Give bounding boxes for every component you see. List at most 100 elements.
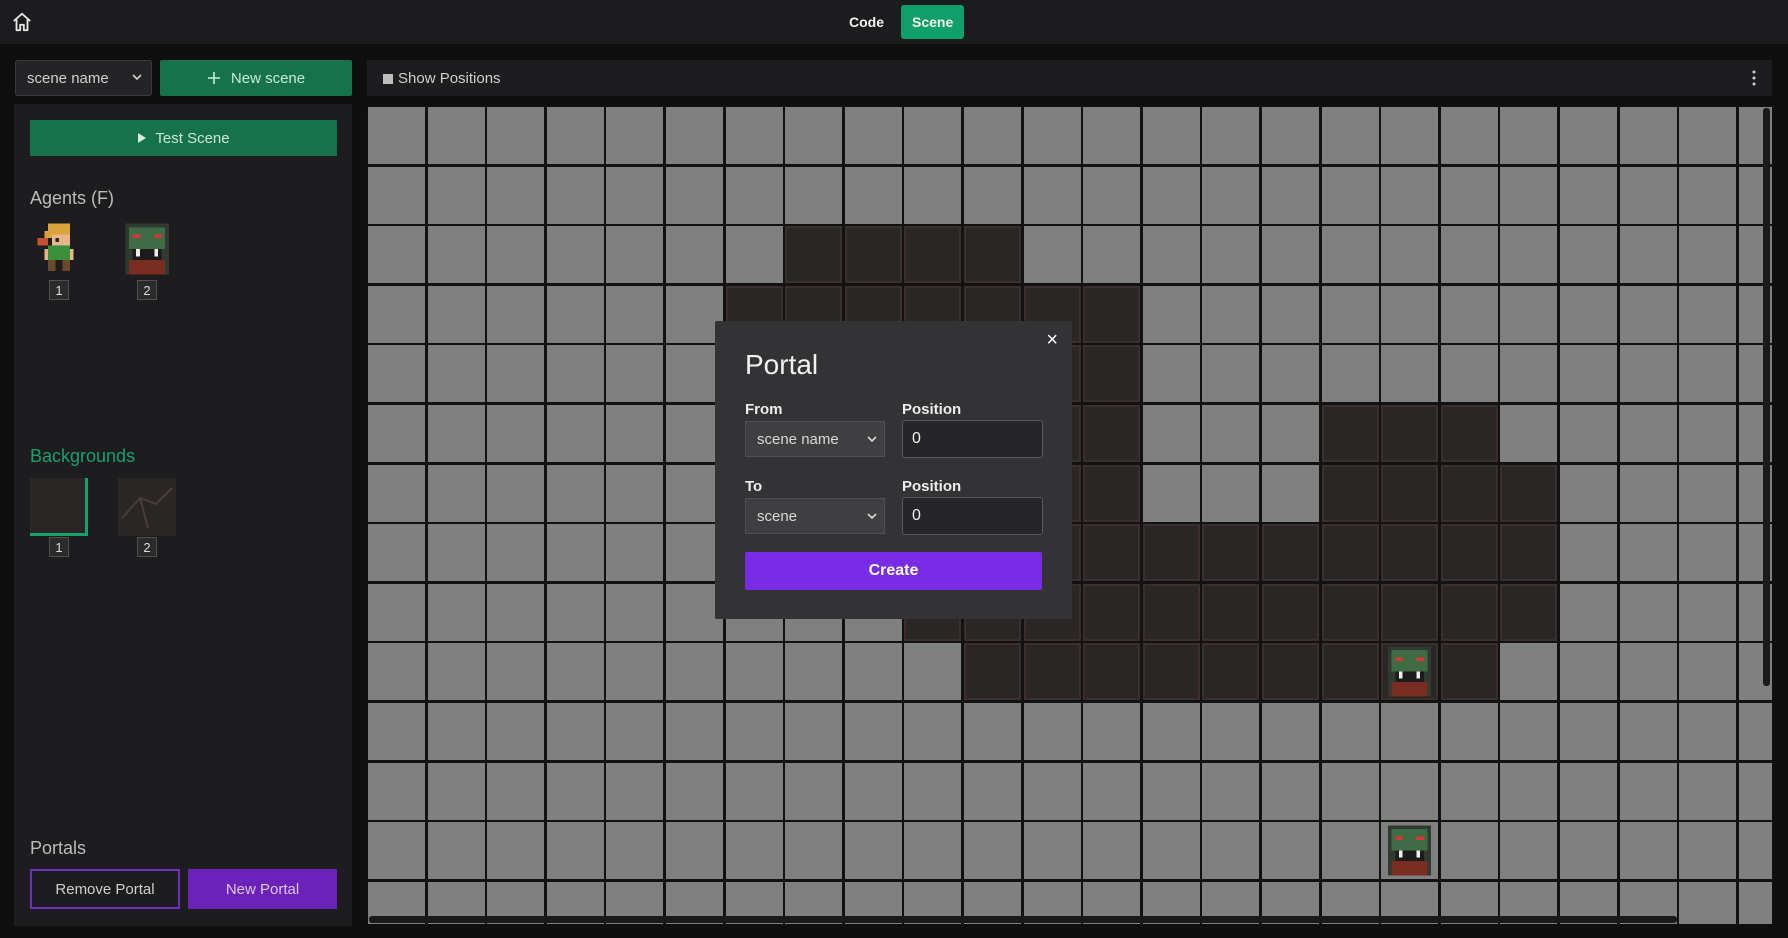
empty-cell[interactable] (546, 762, 604, 820)
empty-cell[interactable] (844, 822, 902, 880)
empty-cell[interactable] (427, 345, 485, 403)
empty-cell[interactable] (1202, 285, 1260, 343)
tab-code[interactable]: Code (838, 5, 895, 39)
empty-cell[interactable] (368, 107, 425, 164)
empty-cell[interactable] (1679, 285, 1737, 343)
empty-cell[interactable] (1500, 643, 1558, 701)
empty-cell[interactable] (964, 703, 1021, 760)
empty-cell[interactable] (964, 762, 1021, 820)
empty-cell[interactable] (606, 464, 664, 522)
empty-cell[interactable] (1023, 107, 1081, 164)
floor-cell[interactable] (1321, 405, 1379, 462)
empty-cell[interactable] (1142, 107, 1200, 164)
empty-cell[interactable] (1321, 703, 1379, 760)
empty-cell[interactable] (1440, 285, 1498, 343)
floor-cell[interactable] (1321, 464, 1379, 522)
empty-cell[interactable] (725, 822, 783, 880)
empty-cell[interactable] (1619, 107, 1677, 164)
empty-cell[interactable] (368, 822, 425, 880)
empty-cell[interactable] (1083, 822, 1141, 880)
floor-cell[interactable] (964, 643, 1021, 701)
empty-cell[interactable] (368, 226, 425, 284)
empty-cell[interactable] (844, 107, 902, 164)
empty-cell[interactable] (1321, 226, 1379, 284)
empty-cell[interactable] (546, 464, 604, 522)
empty-cell[interactable] (1619, 762, 1677, 820)
empty-cell[interactable] (1619, 822, 1677, 880)
empty-cell[interactable] (606, 166, 664, 224)
empty-cell[interactable] (1023, 762, 1081, 820)
empty-cell[interactable] (1321, 762, 1379, 820)
empty-cell[interactable] (1321, 822, 1379, 880)
floor-cell[interactable] (1440, 524, 1498, 582)
floor-cell[interactable] (1083, 345, 1141, 403)
floor-cell[interactable] (1440, 464, 1498, 522)
empty-cell[interactable] (1321, 285, 1379, 343)
empty-cell[interactable] (1262, 405, 1319, 462)
test-scene-button[interactable]: Test Scene (30, 120, 337, 156)
empty-cell[interactable] (1262, 762, 1319, 820)
floor-cell[interactable] (1440, 583, 1498, 641)
empty-cell[interactable] (1142, 703, 1200, 760)
empty-cell[interactable] (606, 703, 664, 760)
empty-cell[interactable] (1023, 226, 1081, 284)
empty-cell[interactable] (1142, 166, 1200, 224)
empty-cell[interactable] (1619, 703, 1677, 760)
empty-cell[interactable] (606, 643, 664, 701)
empty-cell[interactable] (964, 107, 1021, 164)
background-1-tile[interactable] (30, 478, 88, 536)
empty-cell[interactable] (427, 285, 485, 343)
empty-cell[interactable] (487, 285, 545, 343)
floor-cell[interactable] (1500, 464, 1558, 522)
floor-cell[interactable] (1500, 524, 1558, 582)
floor-cell[interactable] (1262, 524, 1319, 582)
empty-cell[interactable] (1321, 107, 1379, 164)
empty-cell[interactable] (368, 285, 425, 343)
empty-cell[interactable] (844, 762, 902, 820)
empty-cell[interactable] (1500, 703, 1558, 760)
empty-cell[interactable] (546, 345, 604, 403)
empty-cell[interactable] (546, 822, 604, 880)
empty-cell[interactable] (1738, 703, 1772, 760)
background-2-tile[interactable] (118, 478, 176, 536)
floor-cell[interactable] (1202, 643, 1260, 701)
tab-scene[interactable]: Scene (901, 5, 965, 39)
floor-cell[interactable] (1083, 464, 1141, 522)
empty-cell[interactable] (1679, 464, 1737, 522)
empty-cell[interactable] (1202, 405, 1260, 462)
empty-cell[interactable] (1142, 285, 1200, 343)
empty-cell[interactable] (1679, 881, 1737, 924)
empty-cell[interactable] (666, 226, 723, 284)
empty-cell[interactable] (904, 822, 962, 880)
empty-cell[interactable] (487, 107, 545, 164)
empty-cell[interactable] (487, 822, 545, 880)
empty-cell[interactable] (487, 226, 545, 284)
empty-cell[interactable] (1679, 524, 1737, 582)
empty-cell[interactable] (1381, 703, 1439, 760)
empty-cell[interactable] (1679, 226, 1737, 284)
empty-cell[interactable] (1560, 822, 1617, 880)
floor-cell[interactable] (1321, 524, 1379, 582)
empty-cell[interactable] (1202, 822, 1260, 880)
empty-cell[interactable] (1679, 405, 1737, 462)
empty-cell[interactable] (1619, 405, 1677, 462)
new-portal-button[interactable]: New Portal (188, 869, 337, 909)
empty-cell[interactable] (1142, 822, 1200, 880)
empty-cell[interactable] (1440, 345, 1498, 403)
empty-cell[interactable] (666, 107, 723, 164)
floor-cell[interactable] (1381, 524, 1439, 582)
floor-cell[interactable] (1440, 405, 1498, 462)
empty-cell[interactable] (546, 703, 604, 760)
empty-cell[interactable] (368, 345, 425, 403)
empty-cell[interactable] (1560, 703, 1617, 760)
empty-cell[interactable] (1381, 107, 1439, 164)
empty-cell[interactable] (606, 405, 664, 462)
empty-cell[interactable] (725, 643, 783, 701)
empty-cell[interactable] (427, 822, 485, 880)
empty-cell[interactable] (1142, 464, 1200, 522)
empty-cell[interactable] (368, 643, 425, 701)
empty-cell[interactable] (606, 226, 664, 284)
empty-cell[interactable] (546, 524, 604, 582)
empty-cell[interactable] (1560, 524, 1617, 582)
floor-cell[interactable] (1440, 643, 1498, 701)
